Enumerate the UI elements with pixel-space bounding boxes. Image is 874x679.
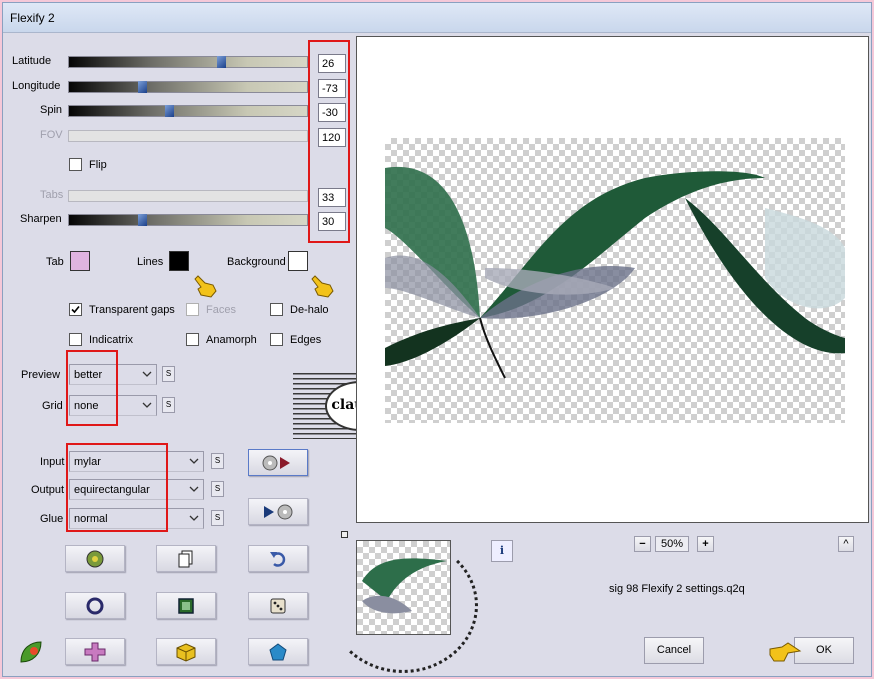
load-disc-icon [262,455,290,470]
spin-label: Spin [40,104,63,116]
square-shape-button[interactable] [156,592,216,619]
tab-color-label: Tab [46,256,64,268]
sharpen-thumb[interactable] [138,214,147,226]
preset-filename: sig 98 Flexify 2 settings.q2q [609,583,745,595]
shuffle-dice-icon [86,550,104,567]
navigator-handle[interactable] [341,531,348,538]
collapse-up-button[interactable]: ^ [838,536,854,552]
output-label: Output [31,484,65,496]
annotation-box-preview-grid [66,350,118,426]
latitude-slider[interactable] [68,56,308,68]
zoom-value: 50% [655,536,689,552]
pentagon-icon [269,642,287,660]
anamorph-checkbox[interactable] [186,333,199,346]
chevron-down-icon [189,458,199,464]
lines-color-label: Lines [137,256,164,268]
spin-thumb[interactable] [165,105,174,117]
save-preset-button[interactable] [248,498,308,525]
ok-button[interactable]: OK [794,637,854,664]
rotation-dial[interactable] [328,538,478,673]
title-bar: Flexify 2 [3,3,871,33]
save-disc-icon [264,504,293,519]
flexify-dialog: Flexify 2 Latitude 26 Longitude -73 Spin… [2,2,872,677]
input-s-button[interactable]: S [211,453,224,469]
zoom-out-button[interactable]: − [634,536,651,552]
circle-shape-button[interactable] [65,592,125,619]
transparent-gaps-checkbox[interactable] [69,303,82,316]
copy-button[interactable] [156,545,216,572]
check-icon [71,305,80,314]
flip-label: Flip [89,159,107,171]
output-s-button[interactable]: S [211,481,224,497]
indicatrix-label: Indicatrix [89,334,134,346]
flexified-image [385,166,845,379]
load-preset-button[interactable] [248,449,308,476]
plus-cross-icon [84,642,106,661]
anamorph-label: Anamorph [206,334,257,346]
cube-icon [176,642,196,662]
cube-shape-button[interactable] [156,638,216,665]
pointing-hand-icon [769,642,802,662]
sharpen-slider[interactable] [68,214,308,226]
de-halo-label: De-halo [290,304,329,316]
transparent-gaps-label: Transparent gaps [89,304,175,316]
zoom-in-button[interactable]: + [697,536,714,552]
preview-s-button[interactable]: S [162,366,175,382]
chevron-down-icon [189,515,199,521]
dice-icon [270,598,286,613]
cross-shape-button[interactable] [65,638,125,665]
latitude-thumb[interactable] [217,56,226,68]
circle-icon [86,597,104,614]
square-icon [178,597,194,614]
faces-label: Faces [206,304,236,316]
pointing-hand-icon [311,275,334,298]
latitude-label: Latitude [12,55,52,67]
window-title: Flexify 2 [10,11,55,25]
longitude-slider[interactable] [68,81,308,93]
fov-slider [68,130,308,142]
cancel-button[interactable]: Cancel [644,637,704,664]
pentagon-shape-button[interactable] [248,638,308,665]
background-color-label: Background [227,256,286,268]
faces-checkbox [186,303,199,316]
undo-icon [270,551,286,567]
info-icon[interactable]: i [491,540,513,562]
fov-label: FOV [40,129,63,141]
grid-s-button[interactable]: S [162,397,175,413]
longitude-label: Longitude [12,80,61,92]
tabs-label: Tabs [40,189,64,201]
sharpen-label: Sharpen [20,213,62,225]
flip-checkbox[interactable] [69,158,82,171]
undo-button[interactable] [248,545,308,572]
leaf-logo-icon[interactable] [17,638,45,666]
tab-color-swatch[interactable] [70,251,90,271]
lines-color-swatch[interactable] [169,251,189,271]
background-color-swatch[interactable] [288,251,308,271]
preview-panel[interactable] [356,36,869,523]
copy-icon [178,550,193,567]
input-label: Input [40,456,65,468]
chevron-down-icon [142,402,152,408]
annotation-box-input-output [66,443,168,532]
edges-checkbox[interactable] [270,333,283,346]
dice-button[interactable] [248,592,308,619]
de-halo-checkbox[interactable] [270,303,283,316]
glue-label: Glue [40,513,64,525]
preview-image [385,138,845,423]
longitude-thumb[interactable] [138,81,147,93]
chevron-down-icon [142,371,152,377]
glue-s-button[interactable]: S [211,510,224,526]
spin-slider[interactable] [68,105,308,117]
edges-label: Edges [290,334,322,346]
shuffle-button[interactable] [65,545,125,572]
annotation-box-values [308,40,350,243]
grid-label: Grid [42,400,63,412]
pointing-hand-icon [194,275,217,298]
tabs-slider [68,190,308,202]
indicatrix-checkbox[interactable] [69,333,82,346]
chevron-down-icon [189,486,199,492]
preview-label: Preview [21,369,61,381]
